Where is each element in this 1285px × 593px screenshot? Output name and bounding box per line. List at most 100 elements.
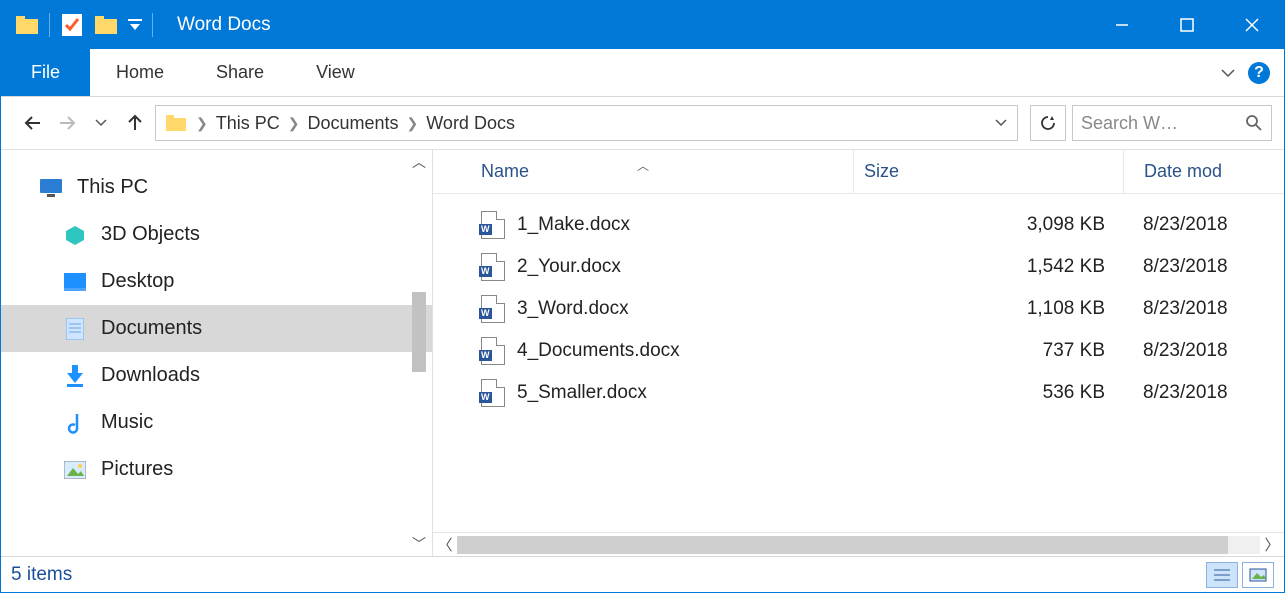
desktop-icon xyxy=(63,270,87,294)
chevron-right-icon[interactable]: ❯ xyxy=(403,115,423,132)
file-size: 3,098 KB xyxy=(853,214,1123,236)
scroll-thumb[interactable] xyxy=(457,536,1228,554)
tree-item-3d-objects[interactable]: 3D Objects xyxy=(1,211,432,258)
file-list: W1_Make.docx3,098 KB8/23/2018W2_Your.doc… xyxy=(433,194,1284,532)
pictures-icon xyxy=(63,458,87,482)
file-row[interactable]: W 3_Word.docx 1,108 KB8/23/2018 xyxy=(433,288,1284,330)
tree-item-documents[interactable]: Documents xyxy=(1,305,432,352)
title-bar: Word Docs xyxy=(1,1,1284,49)
docx-icon: W xyxy=(481,337,505,365)
breadcrumb-word-docs[interactable]: Word Docs xyxy=(422,113,519,134)
scroll-up-icon[interactable]: ︿ xyxy=(408,152,430,172)
close-button[interactable] xyxy=(1219,1,1284,49)
address-bar[interactable]: ❯ This PC ❯ Documents ❯ Word Docs xyxy=(155,105,1018,141)
up-button[interactable] xyxy=(121,109,149,137)
tab-file[interactable]: File xyxy=(1,49,90,96)
cube-icon xyxy=(63,223,87,247)
horizontal-scrollbar[interactable]: 〈 〉 xyxy=(433,532,1284,556)
minimize-button[interactable] xyxy=(1089,1,1154,49)
file-name-label: 5_Smaller.docx xyxy=(517,382,647,404)
file-row[interactable]: W 1_Make.docx 3,098 KB8/23/2018 xyxy=(433,204,1284,246)
file-name-label: 2_Your.docx xyxy=(517,256,621,278)
tree-label: Downloads xyxy=(101,364,200,387)
file-row[interactable]: W2_Your.docx1,542 KB8/23/2018 xyxy=(433,246,1284,288)
column-headers: ︿ Name Size Date mod xyxy=(433,150,1284,194)
refresh-button[interactable] xyxy=(1030,105,1066,141)
tree-item-desktop[interactable]: Desktop xyxy=(1,258,432,305)
column-header-name[interactable]: ︿ Name xyxy=(433,161,853,182)
search-input[interactable]: Search W… xyxy=(1072,105,1272,141)
tree-item-this-pc[interactable]: This PC xyxy=(1,164,432,211)
customize-qat-dropdown[interactable] xyxy=(128,13,142,37)
help-icon[interactable]: ? xyxy=(1248,62,1270,84)
status-bar: 5 items xyxy=(1,556,1284,592)
sort-ascending-icon: ︿ xyxy=(637,157,649,174)
address-bar-row: ❯ This PC ❯ Documents ❯ Word Docs Search… xyxy=(1,97,1284,150)
chevron-right-icon[interactable]: ❯ xyxy=(284,115,304,132)
scroll-thumb[interactable] xyxy=(412,292,426,372)
scroll-right-icon[interactable]: 〉 xyxy=(1260,534,1284,555)
column-header-size[interactable]: Size xyxy=(853,150,1123,193)
recent-locations-dropdown[interactable] xyxy=(87,109,115,137)
tree-label: Pictures xyxy=(101,458,173,481)
ribbon-tabs: File Home Share View ? xyxy=(1,49,1284,97)
content-area: This PC 3D Objects Desktop Documents Dow… xyxy=(1,150,1284,556)
new-folder-icon[interactable] xyxy=(94,13,118,37)
folder-icon[interactable] xyxy=(15,13,39,37)
file-date: 8/23/2018 xyxy=(1123,340,1284,362)
tab-view[interactable]: View xyxy=(290,49,381,96)
music-icon xyxy=(63,411,87,435)
file-row[interactable]: W 5_Smaller.docx 536 KB8/23/2018 xyxy=(433,372,1284,414)
file-date: 8/23/2018 xyxy=(1123,214,1284,236)
divider xyxy=(152,13,153,37)
tree-label: 3D Objects xyxy=(101,223,200,246)
explorer-window: Word Docs File Home Share View ? ❯ This … xyxy=(0,0,1285,593)
monitor-icon xyxy=(39,176,63,200)
docx-icon: W xyxy=(481,295,505,323)
file-name-label: 3_Word.docx xyxy=(517,298,629,320)
chevron-right-icon[interactable]: ❯ xyxy=(192,115,212,132)
tab-share[interactable]: Share xyxy=(190,49,290,96)
docx-icon: W xyxy=(481,211,505,239)
file-row[interactable]: W 4_Documents.docx 737 KB8/23/2018 xyxy=(433,330,1284,372)
thumbnails-view-button[interactable] xyxy=(1242,562,1274,588)
file-size: 536 KB xyxy=(853,382,1123,404)
docx-icon: W xyxy=(481,379,505,407)
tree-item-downloads[interactable]: Downloads xyxy=(1,352,432,399)
status-text: 5 items xyxy=(11,564,72,586)
search-placeholder: Search W… xyxy=(1081,113,1245,134)
window-title: Word Docs xyxy=(177,14,271,36)
properties-icon[interactable] xyxy=(60,13,84,37)
file-size: 737 KB xyxy=(853,340,1123,362)
window-controls xyxy=(1089,1,1284,49)
download-icon xyxy=(63,364,87,388)
tree-label: This PC xyxy=(77,176,148,199)
file-name-label: 4_Documents.docx xyxy=(517,340,680,362)
view-toggles xyxy=(1206,562,1274,588)
scroll-track[interactable] xyxy=(457,536,1260,554)
quick-access-toolbar xyxy=(1,13,163,37)
tab-home[interactable]: Home xyxy=(90,49,190,96)
nav-scrollbar[interactable]: ︿ ﹀ xyxy=(408,152,430,554)
document-icon xyxy=(63,317,87,341)
file-name-label: 1_Make.docx xyxy=(517,214,630,236)
breadcrumb-this-pc[interactable]: This PC xyxy=(212,113,284,134)
scroll-left-icon[interactable]: 〈 xyxy=(433,534,457,555)
search-icon xyxy=(1245,114,1263,132)
details-view-button[interactable] xyxy=(1206,562,1238,588)
tree-label: Desktop xyxy=(101,270,174,293)
forward-button[interactable] xyxy=(53,109,81,137)
file-date: 8/23/2018 xyxy=(1123,382,1284,404)
address-dropdown-icon[interactable] xyxy=(995,119,1007,127)
file-size: 1,108 KB xyxy=(853,298,1123,320)
tree-item-pictures[interactable]: Pictures xyxy=(1,446,432,493)
breadcrumb-documents[interactable]: Documents xyxy=(303,113,402,134)
tree-item-music[interactable]: Music xyxy=(1,399,432,446)
column-header-date[interactable]: Date mod xyxy=(1123,150,1284,193)
scroll-down-icon[interactable]: ﹀ xyxy=(408,534,430,554)
ribbon-expand-icon[interactable] xyxy=(1220,68,1236,78)
maximize-button[interactable] xyxy=(1154,1,1219,49)
file-list-pane: ︿ Name Size Date mod W 1_Make.docx 3,098 K… xyxy=(433,150,1284,556)
back-button[interactable] xyxy=(19,109,47,137)
file-date: 8/23/2018 xyxy=(1123,298,1284,320)
